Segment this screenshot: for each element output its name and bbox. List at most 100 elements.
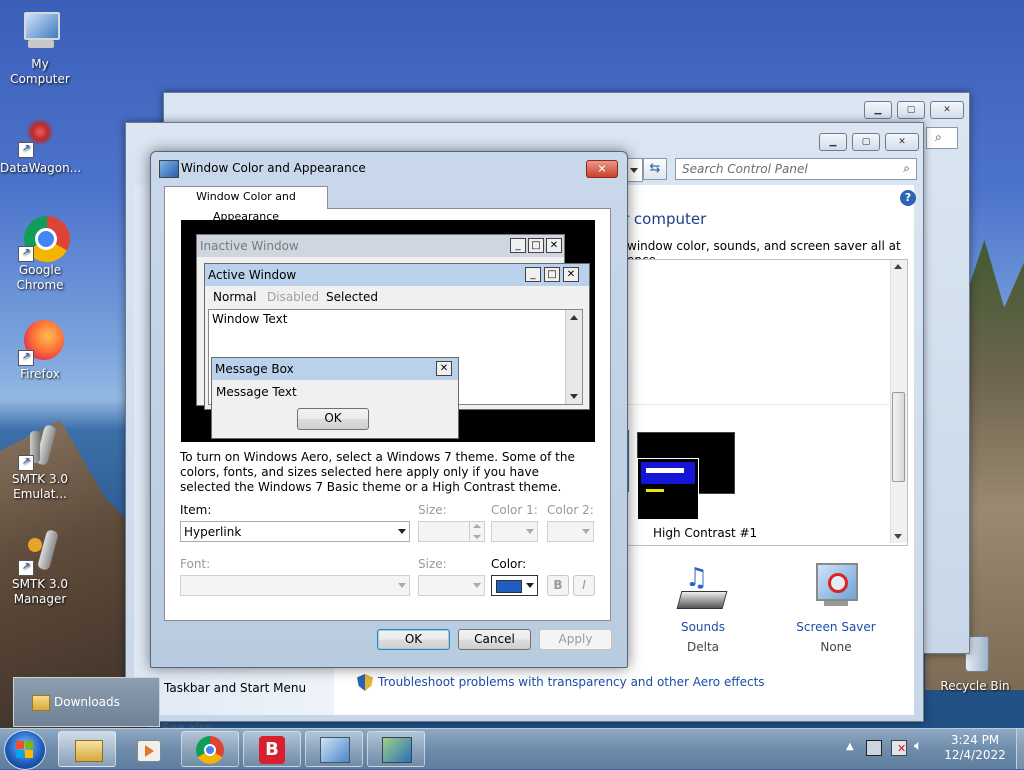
bold-toggle[interactable]: B (547, 575, 569, 596)
maximize-icon: ▢ (906, 105, 916, 115)
maximize-button[interactable]: ▢ (897, 101, 925, 119)
window-color-appearance-dialog[interactable]: Window Color and Appearance ✕ Window Col… (150, 151, 628, 668)
volume-icon[interactable]: 🔈︎ (914, 738, 922, 754)
search-control-panel-input[interactable]: Search Control Panel ⌕ (675, 158, 917, 180)
shield-icon (357, 674, 373, 691)
color-label: Color: (491, 557, 527, 571)
maximize-icon: ▢ (861, 137, 871, 147)
preview-minimize-icon: _ (525, 267, 541, 282)
taskbar-chrome[interactable] (181, 731, 239, 767)
phone-manager-icon: ↗ (18, 529, 62, 576)
font-size-dropdown[interactable] (418, 575, 485, 596)
taskbar-media-player[interactable] (119, 731, 177, 767)
preview-msgbox-title: Message Box (212, 358, 458, 380)
datawagon-icon: ↗ (18, 114, 62, 158)
scroll-down-icon[interactable] (894, 534, 902, 539)
desktop-icon-my-computer[interactable]: My Computer (0, 10, 80, 87)
media-player-icon (137, 740, 161, 762)
screen-saver-link[interactable]: Screen Saver (791, 620, 881, 634)
preview-close-icon: ✕ (436, 361, 452, 376)
color2-picker[interactable] (547, 521, 594, 542)
dialog-close-button[interactable]: ✕ (586, 160, 618, 178)
search-box[interactable]: ⌕ (926, 127, 958, 149)
downloads-label: Downloads (54, 695, 120, 709)
preview-msgbox-ok: OK (297, 408, 369, 430)
preview-window-text: Window Text (212, 312, 288, 326)
close-button[interactable]: ✕ (885, 133, 919, 151)
theme-label[interactable]: High Contrast #1 (653, 526, 757, 540)
desktop-icon-smtk-emulator[interactable]: ↗ SMTK 3.0 Emulat... (0, 424, 80, 502)
preview-menu-selected: Selected (326, 290, 379, 304)
desktop-icon-google-chrome[interactable]: ↗ Google Chrome (0, 216, 80, 293)
item-label: Item: (180, 503, 212, 517)
help-icon[interactable]: ? (900, 190, 916, 206)
size-label: Size: (418, 503, 447, 517)
tab-panel: Inactive Window _ □ ✕ Active Window _ □ … (164, 208, 611, 621)
font-label: Font: (180, 557, 211, 571)
color-picker[interactable] (491, 575, 538, 596)
font-dropdown[interactable] (180, 575, 410, 596)
taskbar-app-b[interactable]: B (243, 731, 301, 767)
taskbar-control-panel[interactable] (305, 731, 363, 767)
page-heading: r computer (623, 210, 707, 228)
start-button[interactable] (4, 730, 46, 770)
action-center-icon[interactable] (866, 740, 882, 756)
font-size-label: Size: (418, 557, 447, 571)
taskbar-explorer[interactable] (58, 731, 116, 767)
clock-date: 12/4/2022 (944, 748, 1006, 762)
appearance-preview[interactable]: Inactive Window _ □ ✕ Active Window _ □ … (181, 220, 595, 442)
minimize-icon: ▁ (829, 137, 837, 147)
preview-close-icon: ✕ (546, 238, 562, 253)
refresh-icon[interactable]: ⇆ (643, 158, 667, 180)
folder-icon (75, 740, 103, 762)
taskbar: B ▲ ✕ 🔈︎ 3:24 PM 12/4/2022 (0, 728, 1024, 770)
screen-saver-icon[interactable] (814, 563, 858, 609)
minimize-button[interactable]: ▁ (819, 133, 847, 151)
sounds-icon[interactable]: ♫ (676, 563, 728, 613)
scroll-up-icon[interactable] (894, 264, 902, 269)
desktop-icon-label: SMTK 3.0 Emulat... (11, 472, 69, 501)
minimize-button[interactable]: ▁ (864, 101, 892, 119)
ok-button[interactable]: OK (377, 629, 450, 650)
tab-window-color-appearance[interactable]: Window Color and Appearance (164, 186, 328, 223)
preview-menu-disabled: Disabled (267, 290, 320, 304)
desktop-icon-firefox[interactable]: ↗ Firefox (0, 320, 80, 382)
sounds-value: Delta (686, 640, 719, 654)
downloads-jumplist[interactable]: Downloads (13, 677, 160, 727)
show-desktop-button[interactable] (1016, 729, 1024, 769)
preview-maximize-icon: □ (528, 238, 544, 253)
preview-maximize-icon: □ (544, 267, 560, 282)
chevron-down-icon (526, 529, 534, 534)
address-dropdown-button[interactable] (626, 158, 643, 182)
sounds-link[interactable]: Sounds (658, 620, 748, 634)
scroll-thumb[interactable] (892, 392, 905, 482)
item-dropdown[interactable]: Hyperlink (180, 521, 410, 542)
cancel-button[interactable]: Cancel (458, 629, 531, 650)
desktop-icon-datawagon[interactable]: ↗ DataWagon... (0, 114, 81, 176)
phone-icon: ↗ (18, 424, 62, 471)
preview-minimize-icon: _ (510, 238, 526, 253)
close-icon: ✕ (943, 105, 951, 115)
system-clock[interactable]: 3:24 PM 12/4/2022 (935, 733, 1015, 763)
search-icon: ⌕ (903, 161, 910, 175)
theme-list-scrollbar[interactable] (890, 260, 907, 543)
color2-label: Color 2: (547, 503, 594, 517)
theme-list[interactable]: High Contrast #1 (623, 259, 908, 546)
color1-picker[interactable] (491, 521, 538, 542)
minimize-icon: ▁ (874, 105, 882, 115)
troubleshoot-link[interactable]: Troubleshoot problems with transparency … (378, 675, 765, 689)
desktop-icon-label: Firefox (20, 367, 60, 381)
maximize-button[interactable]: ▢ (852, 133, 880, 151)
control-panel-icon (320, 737, 350, 763)
show-hidden-icons-icon[interactable]: ▲ (846, 741, 854, 752)
color-swatch (496, 580, 522, 593)
italic-toggle[interactable]: I (573, 575, 595, 596)
network-icon[interactable]: ✕ (891, 740, 907, 756)
chrome-icon: ↗ (18, 216, 70, 262)
desktop-icon-smtk-manager[interactable]: ↗ SMTK 3.0 Manager (0, 529, 80, 607)
size-spinner[interactable] (418, 521, 485, 542)
apply-button[interactable]: Apply (539, 629, 612, 650)
close-button[interactable]: ✕ (930, 101, 964, 119)
taskbar-start-menu-link[interactable]: Taskbar and Start Menu (164, 681, 306, 695)
taskbar-window-color[interactable] (367, 731, 425, 767)
